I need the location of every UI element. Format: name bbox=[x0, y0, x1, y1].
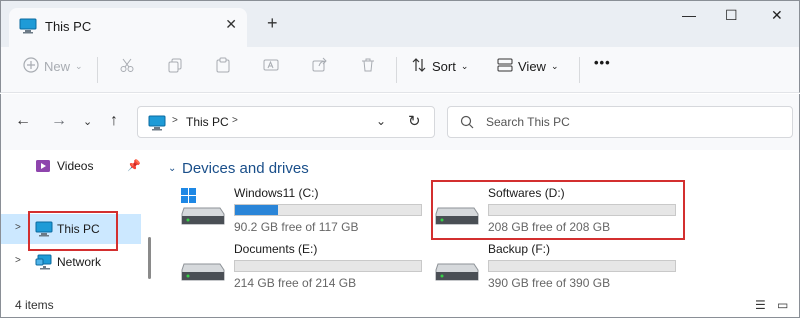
up-arrow-icon[interactable]: ↑ bbox=[110, 112, 118, 130]
network-icon bbox=[35, 254, 53, 273]
breadcrumb-chevron-icon[interactable]: > bbox=[172, 115, 178, 126]
divider bbox=[97, 57, 98, 83]
breadcrumb[interactable]: This PC bbox=[186, 115, 229, 129]
search-icon bbox=[460, 115, 474, 132]
group-title[interactable]: Devices and drives bbox=[182, 160, 309, 177]
drive-free-space: 390 GB free of 390 GB bbox=[488, 276, 611, 290]
pin-icon[interactable]: 📌 bbox=[127, 159, 141, 172]
search-input[interactable]: Search This PC bbox=[486, 115, 570, 129]
divider bbox=[396, 57, 397, 83]
chevron-down-icon: ⌄ bbox=[75, 61, 83, 71]
status-bar: 4 items ☰ ▭ bbox=[0, 293, 800, 318]
close-tab-button[interactable]: ✕ bbox=[225, 16, 237, 33]
sidebar-item-label: Network bbox=[57, 255, 102, 269]
expand-chevron-icon[interactable]: > bbox=[15, 255, 21, 266]
item-count: 4 items bbox=[15, 298, 54, 312]
address-bar[interactable]: > This PC > ⌄ ↻ bbox=[137, 106, 435, 138]
tab-title: This PC bbox=[45, 19, 92, 34]
drive-icon bbox=[180, 244, 226, 287]
drive-item[interactable]: Backup (F:) 390 GB free of 390 GB bbox=[434, 240, 684, 290]
tab-this-pc[interactable]: This PC ✕ bbox=[9, 8, 247, 48]
chevron-down-icon: ⌄ bbox=[550, 61, 559, 71]
copy-icon[interactable] bbox=[167, 57, 183, 73]
view-button[interactable]: View ⌄ bbox=[497, 57, 559, 76]
address-row: ← → ⌄ ↑ > This PC > ⌄ ↻ Search This PC bbox=[0, 94, 800, 150]
divider bbox=[579, 57, 580, 83]
refresh-icon[interactable]: ↻ bbox=[408, 112, 421, 130]
sort-label: Sort bbox=[432, 59, 456, 74]
search-box[interactable]: Search This PC bbox=[447, 106, 793, 138]
drive-usage-bar bbox=[488, 260, 676, 272]
forward-arrow-icon[interactable]: → bbox=[51, 112, 67, 130]
highlight-box bbox=[431, 180, 685, 240]
back-arrow-icon[interactable]: ← bbox=[15, 112, 31, 130]
windows-drive-icon bbox=[180, 188, 226, 231]
plus-circle-icon bbox=[23, 57, 39, 76]
videos-icon bbox=[35, 158, 51, 177]
drive-free-space: 214 GB free of 214 GB bbox=[234, 276, 357, 290]
rename-icon[interactable] bbox=[263, 57, 279, 73]
drive-item[interactable]: Windows11 (C:) 90.2 GB free of 117 GB bbox=[180, 184, 430, 234]
sidebar-item-network[interactable]: > Network bbox=[1, 247, 141, 277]
new-button[interactable]: New ⌄ bbox=[23, 57, 83, 76]
sidebar-item-videos[interactable]: Videos 📌 bbox=[1, 151, 141, 181]
drive-usage-bar bbox=[234, 204, 422, 216]
tiles-view-icon[interactable]: ▭ bbox=[777, 298, 788, 312]
drive-name: Backup (F:) bbox=[488, 242, 551, 256]
expand-chevron-icon[interactable]: > bbox=[15, 222, 21, 233]
drive-free-space: 90.2 GB free of 117 GB bbox=[234, 220, 359, 234]
sort-button[interactable]: Sort ⌄ bbox=[411, 57, 468, 76]
chevron-down-icon: ⌄ bbox=[460, 61, 469, 71]
command-bar: New ⌄ Sort ⌄ View ⌄ ••• bbox=[0, 47, 800, 93]
share-icon[interactable] bbox=[312, 57, 328, 73]
details-view-icon[interactable]: ☰ bbox=[755, 298, 766, 312]
this-pc-icon bbox=[148, 115, 166, 134]
highlight-box bbox=[28, 211, 118, 251]
delete-icon[interactable] bbox=[360, 57, 376, 73]
paste-icon[interactable] bbox=[215, 57, 231, 73]
this-pc-icon bbox=[19, 18, 37, 37]
minimize-button[interactable]: — bbox=[682, 7, 696, 23]
drive-item[interactable]: Documents (E:) 214 GB free of 214 GB bbox=[180, 240, 430, 290]
maximize-button[interactable]: ☐ bbox=[725, 7, 738, 24]
sidebar-item-label: Videos bbox=[57, 159, 94, 173]
drive-icon bbox=[434, 244, 480, 287]
view-icon bbox=[497, 57, 513, 76]
close-window-button[interactable]: ✕ bbox=[771, 7, 783, 24]
drive-usage-fill bbox=[235, 205, 278, 215]
recent-locations-chevron-icon[interactable]: ⌄ bbox=[83, 115, 92, 128]
more-options-button[interactable]: ••• bbox=[594, 55, 611, 70]
breadcrumb-chevron-icon[interactable]: > bbox=[232, 115, 238, 126]
address-dropdown-chevron-icon[interactable]: ⌄ bbox=[376, 114, 386, 128]
view-label: View bbox=[518, 59, 546, 74]
drive-name: Documents (E:) bbox=[234, 242, 318, 256]
new-button-label: New bbox=[44, 59, 71, 74]
title-bar: This PC ✕ + — ☐ ✕ bbox=[0, 0, 800, 48]
sort-icon bbox=[411, 57, 427, 76]
new-tab-button[interactable]: + bbox=[267, 13, 278, 34]
drive-name: Windows11 (C:) bbox=[234, 186, 319, 200]
sidebar-scrollbar[interactable] bbox=[148, 237, 151, 279]
collapse-group-chevron-icon[interactable]: ⌄ bbox=[168, 163, 176, 174]
drive-usage-bar bbox=[234, 260, 422, 272]
cut-icon[interactable] bbox=[119, 57, 135, 73]
